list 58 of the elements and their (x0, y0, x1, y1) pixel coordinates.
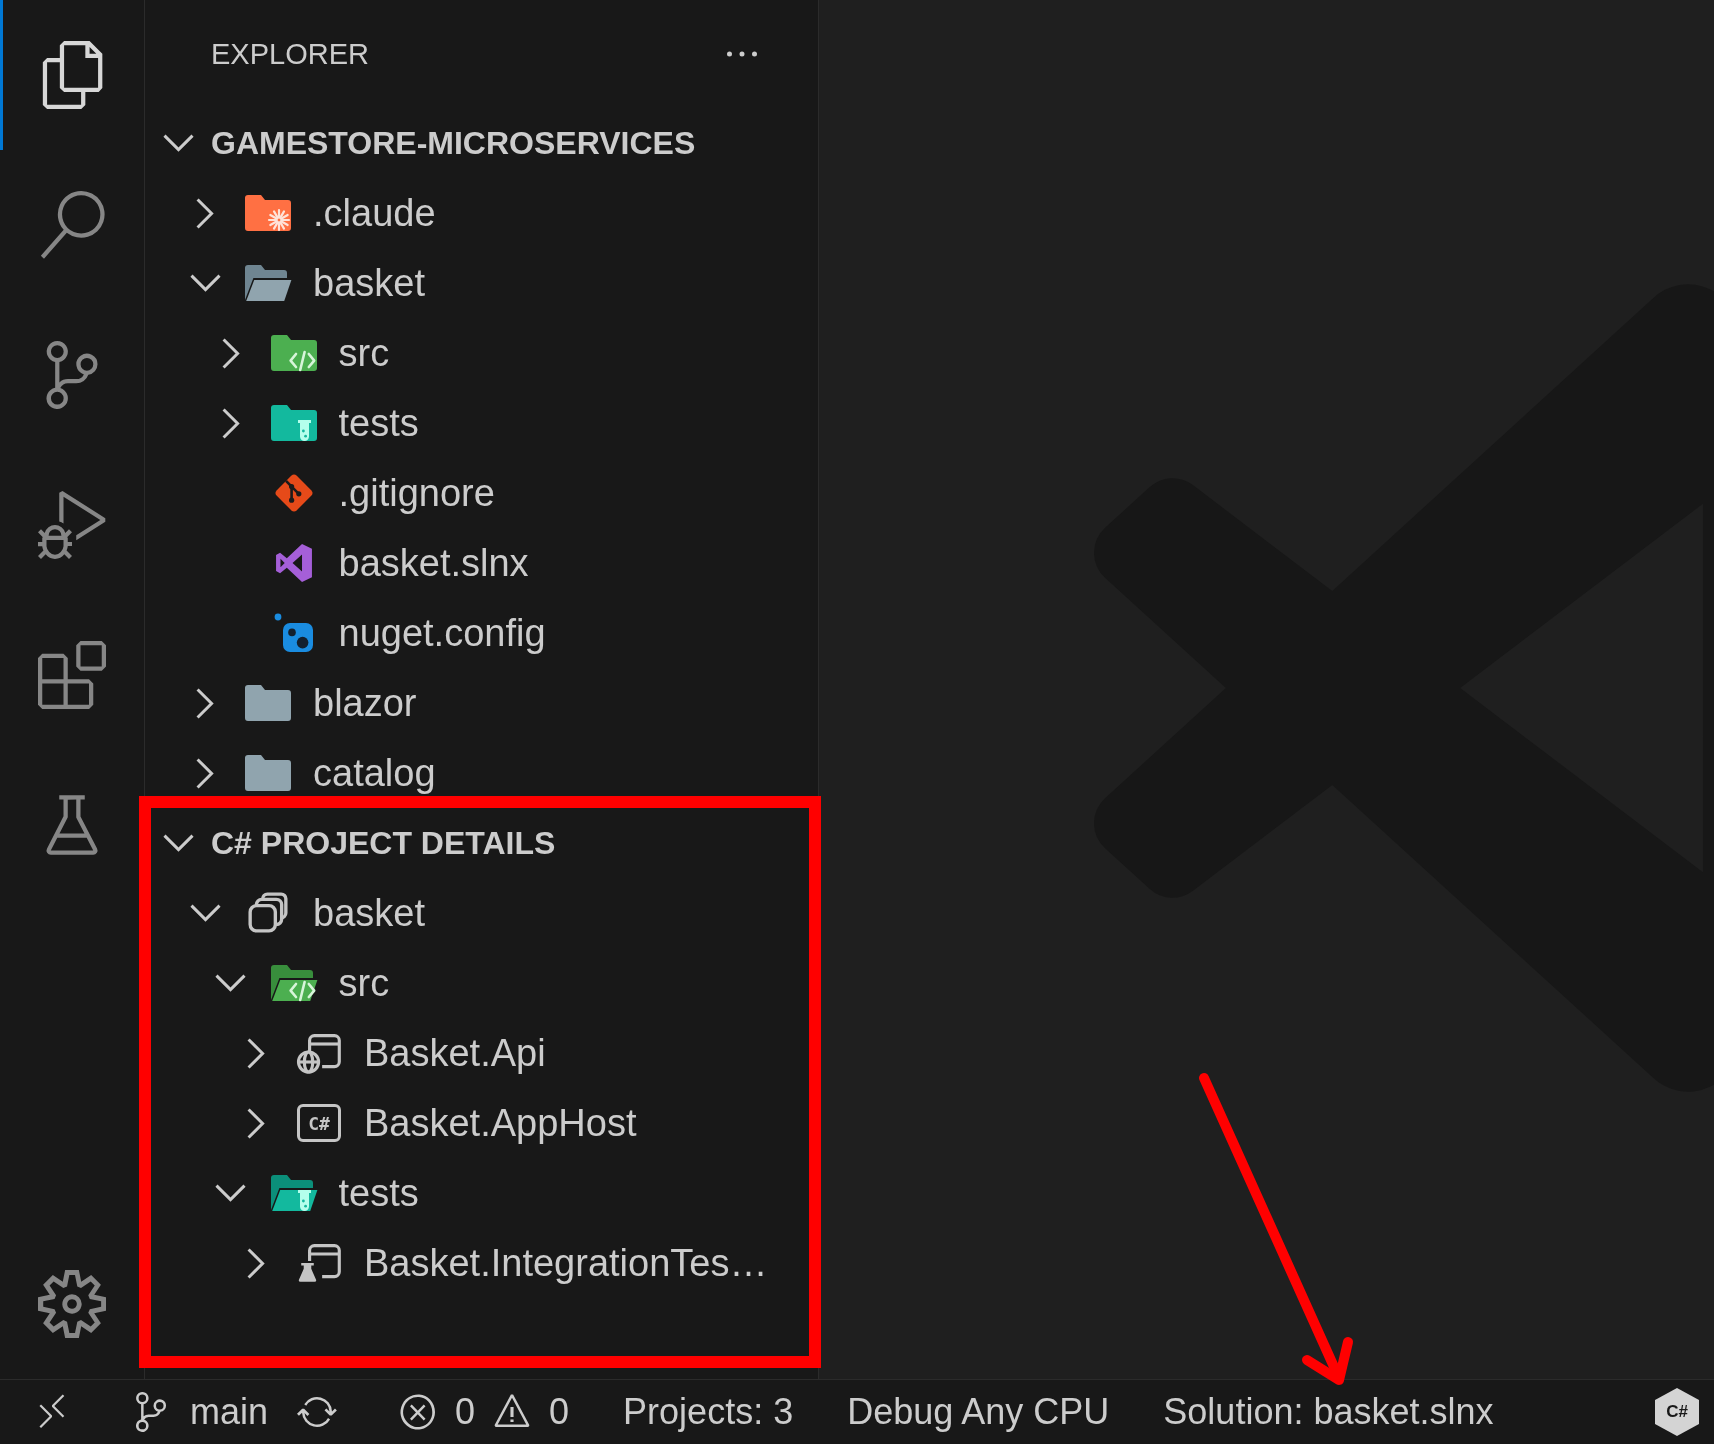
chevron-right-icon[interactable] (195, 686, 215, 720)
file-name[interactable]: basket.slnx (338, 541, 529, 585)
folder-name[interactable]: .claude (313, 191, 436, 235)
error-count[interactable]: 0 (455, 1391, 476, 1433)
code-open-folder-icon (268, 963, 319, 1003)
file-name[interactable]: .gitignore (338, 471, 495, 515)
code-folder-icon (268, 333, 319, 373)
extensions-icon[interactable] (38, 641, 106, 709)
branch-name[interactable]: main (190, 1391, 269, 1433)
chevron-right-icon[interactable] (246, 1106, 266, 1140)
open-folder-icon (243, 263, 293, 303)
section-title[interactable]: C# PROJECT DETAILS (211, 824, 556, 862)
folder-name[interactable]: src (338, 331, 390, 375)
file-name[interactable]: nuget.config (338, 611, 546, 655)
sparkle-folder-icon (243, 193, 293, 233)
chevron-right-icon[interactable] (246, 1036, 266, 1070)
chevron-right-icon[interactable] (220, 336, 241, 370)
settings-icon[interactable] (38, 1270, 106, 1338)
chevron-right-icon[interactable] (195, 196, 215, 230)
folder-name[interactable]: tests (338, 1171, 419, 1215)
status-text[interactable]: Debug Any CPU (847, 1391, 1110, 1433)
solution-name[interactable]: basket (313, 891, 425, 935)
bug-play-icon[interactable] (38, 491, 106, 559)
chevron-right-icon[interactable] (220, 406, 241, 440)
flask-window-icon (296, 1242, 342, 1284)
chevron-right-icon[interactable] (246, 1246, 266, 1280)
status-text[interactable]: Projects: 3 (623, 1391, 794, 1433)
git-diamond-icon (273, 473, 314, 513)
bow-logo-icon (275, 544, 312, 582)
project-name[interactable]: Basket.IntegrationTes… (364, 1241, 768, 1285)
folder-icon (243, 683, 293, 723)
language-badge[interactable]: C# (1655, 1388, 1699, 1436)
project-name[interactable]: Basket.AppHost (364, 1101, 637, 1145)
stacked-squares-icon (247, 892, 289, 934)
folder-icon (243, 753, 293, 793)
section-title[interactable]: GAMESTORE-MICROSERVICES (211, 124, 696, 162)
chevron-down-icon[interactable] (188, 903, 222, 923)
test-tube-folder-icon (268, 403, 319, 443)
folder-name[interactable]: tests (338, 401, 419, 445)
folder-name[interactable]: basket (313, 261, 425, 305)
chevron-down-icon[interactable] (214, 1183, 247, 1203)
chevron-right-icon[interactable] (195, 756, 215, 790)
chevron-down-icon[interactable] (214, 973, 247, 993)
chevron-down-icon[interactable] (161, 133, 195, 153)
project-name[interactable]: Basket.Api (364, 1031, 546, 1075)
sidebar-title: EXPLORER (211, 37, 369, 71)
folder-name[interactable]: blazor (313, 681, 417, 725)
folder-name[interactable]: catalog (313, 751, 436, 795)
dots-tile-icon (273, 613, 314, 653)
chevron-down-icon[interactable] (188, 273, 222, 293)
csharp-badge: C# (297, 1104, 341, 1142)
warning-count[interactable]: 0 (549, 1391, 570, 1433)
test-tube-open-folder-icon (268, 1173, 319, 1213)
search-icon[interactable] (38, 191, 106, 259)
folder-name[interactable]: src (338, 961, 390, 1005)
chevron-down-icon[interactable] (161, 833, 195, 853)
status-text[interactable]: Solution: basket.slnx (1163, 1391, 1494, 1433)
globe-window-icon (296, 1032, 342, 1074)
